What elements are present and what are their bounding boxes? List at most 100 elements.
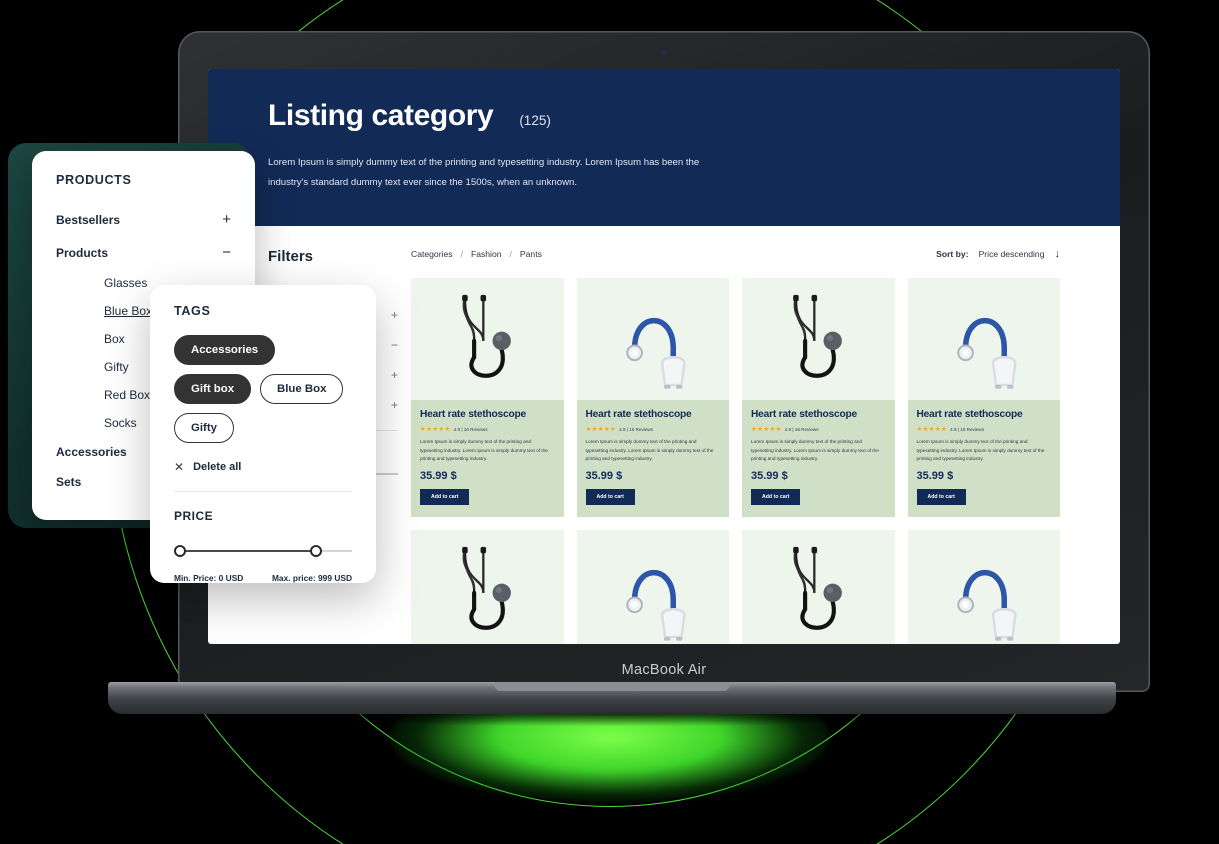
tag-chip[interactable]: Gift box — [174, 374, 252, 404]
product-card[interactable] — [907, 529, 1060, 644]
listing-toolbar: Categories / Fashion / Pants Sort by: Pr… — [411, 248, 1060, 278]
stethoscope-image — [626, 570, 686, 641]
add-to-cart-button[interactable]: Add to cart — [751, 488, 801, 505]
products-panel-row[interactable]: Bestsellers + — [56, 203, 231, 236]
product-price: 35.99 $ — [585, 469, 623, 482]
breadcrumb-item-categories[interactable]: Categories — [411, 249, 453, 259]
stethoscope-image — [462, 295, 512, 379]
rating-text: 4.9 | 16 Reviews — [619, 426, 654, 432]
products-panel-row-label: Sets — [56, 475, 82, 489]
product-card[interactable] — [576, 529, 729, 644]
product-image — [742, 529, 895, 644]
sort-value[interactable]: Price descending — [979, 249, 1045, 259]
star-icon: ★★★★★ — [420, 426, 451, 434]
expand-toggle-icon[interactable]: + — [391, 368, 398, 382]
rating-text: 4.9 | 16 Reviews — [453, 426, 488, 432]
stethoscope-image — [626, 318, 686, 389]
price-slider-fill — [178, 550, 318, 552]
expand-toggle-icon[interactable]: + — [391, 398, 398, 412]
product-card-body: Heart rate stethoscope ★★★★★ 4.9 | 16 Re… — [908, 400, 1061, 517]
breadcrumb-item-pants[interactable]: Pants — [520, 249, 542, 259]
sort-direction-icon[interactable]: ↓ — [1055, 248, 1061, 260]
product-image — [411, 278, 564, 401]
tag-chip[interactable]: Accessories — [174, 335, 276, 365]
product-description: Lorem Ipsum is simply dummy text of the … — [420, 439, 548, 461]
product-card-body: Heart rate stethoscope ★★★★★ 4.9 | 16 Re… — [411, 400, 564, 517]
price-range-labels: Min. Price: 0 USD Max. price: 999 USD — [174, 573, 352, 583]
price-range-slider[interactable] — [174, 545, 352, 557]
close-icon: ✕ — [174, 460, 185, 474]
max-price-label: Max. price: 999 USD — [271, 573, 352, 583]
product-card[interactable]: Heart rate stethoscope ★★★★★ 4.9 | 16 Re… — [411, 278, 564, 517]
add-to-cart-button[interactable]: Add to cart — [585, 488, 635, 505]
rating-text: 4.9 | 16 Reviews — [784, 426, 819, 432]
product-grid: Heart rate stethoscope ★★★★★ 4.9 | 16 Re… — [411, 278, 1060, 517]
stethoscope-image — [793, 295, 843, 379]
min-price-label: Min. Price: 0 USD — [174, 573, 244, 583]
tag-chip-list: Accessories Gift box Blue Box Gifty — [174, 335, 352, 443]
product-grid-row2 — [411, 529, 1060, 644]
stethoscope-image — [957, 318, 1017, 389]
star-icon: ★★★★★ — [585, 426, 617, 434]
expand-toggle-icon[interactable]: − — [391, 338, 398, 352]
product-card[interactable]: Heart rate stethoscope ★★★★★ 4.9 | 16 Re… — [907, 278, 1061, 517]
price-slider-min-knob[interactable] — [174, 545, 186, 557]
laptop-base — [108, 682, 1116, 714]
product-title: Heart rate stethoscope — [751, 409, 858, 421]
hero-description: Lorem Ipsum is simply dummy text of the … — [268, 157, 700, 188]
product-image — [907, 529, 1060, 644]
breadcrumb-separator: / — [460, 249, 463, 260]
product-card[interactable]: Heart rate stethoscope ★★★★★ 4.9 | 16 Re… — [742, 278, 895, 517]
page-title: Listing category — [268, 99, 494, 132]
product-image — [576, 278, 729, 401]
breadcrumb: Categories / Fashion / Pants — [411, 249, 542, 259]
product-image — [907, 278, 1060, 401]
product-image — [742, 278, 895, 401]
breadcrumb-item-fashion[interactable]: Fashion — [471, 249, 502, 259]
product-title: Heart rate stethoscope — [585, 409, 692, 421]
add-to-cart-button[interactable]: Add to cart — [916, 488, 966, 505]
stethoscope-image — [793, 546, 843, 630]
price-slider-max-knob[interactable] — [310, 545, 322, 557]
product-card[interactable]: Heart rate stethoscope ★★★★★ 4.9 | 16 Re… — [576, 278, 730, 517]
delete-all-button[interactable]: ✕ Delete all — [174, 460, 352, 474]
products-panel-title: PRODUCTS — [56, 173, 132, 187]
product-image — [576, 529, 729, 644]
tag-chip[interactable]: Blue Box — [260, 374, 344, 404]
tag-chip[interactable]: Gifty — [174, 413, 234, 443]
tags-panel: TAGS Accessories Gift box Blue Box Gifty ✕ … — [150, 285, 376, 583]
product-card-body: Heart rate stethoscope ★★★★★ 4.9 | 16 Re… — [742, 400, 895, 517]
expand-toggle-icon[interactable]: + — [391, 308, 398, 322]
rating-text: 4.9 | 16 Reviews — [950, 426, 985, 432]
filters-heading: Filters — [268, 248, 314, 266]
products-panel-row-label: Bestsellers — [56, 212, 121, 227]
products-panel-rows: Bestsellers + Products − — [56, 203, 231, 269]
product-card[interactable] — [742, 529, 895, 644]
product-description: Lorem Ipsum is simply dummy text of the … — [585, 439, 714, 461]
product-price: 35.99 $ — [751, 469, 788, 482]
products-panel-row-label: Products — [56, 245, 109, 260]
product-rating: ★★★★★ 4.9 | 16 Reviews — [586, 425, 721, 433]
product-image — [411, 529, 564, 644]
tags-panel-title: TAGS — [174, 304, 211, 318]
expand-toggle-icon[interactable]: − — [222, 244, 231, 261]
product-card-body: Heart rate stethoscope ★★★★★ 4.9 | 16 Re… — [577, 400, 730, 517]
screenshot-stage: Listing category (125) Lorem Ipsum is si… — [0, 0, 1219, 844]
stethoscope-image — [462, 546, 512, 630]
star-icon: ★★★★★ — [916, 426, 948, 434]
sort-label: Sort by: — [936, 249, 969, 260]
tags-panel-divider — [174, 491, 352, 492]
expand-toggle-icon[interactable]: + — [222, 211, 231, 228]
delete-all-label: Delete all — [193, 461, 242, 473]
product-rating: ★★★★★ 4.9 | 16 Reviews — [917, 425, 1052, 433]
add-to-cart-button[interactable]: Add to cart — [420, 488, 470, 505]
sort-control[interactable]: Sort by: Price descending ↓ — [936, 248, 1060, 260]
product-count: (125) — [519, 113, 551, 128]
product-card[interactable] — [411, 529, 564, 644]
product-listing: Categories / Fashion / Pants Sort by: Pr… — [398, 226, 1060, 644]
product-description: Lorem Ipsum is simply dummy text of the … — [751, 439, 879, 461]
products-panel-row-label: Accessories — [56, 445, 127, 459]
products-panel-row[interactable]: Products − — [56, 236, 231, 269]
product-price: 35.99 $ — [916, 469, 954, 482]
device-label: MacBook Air — [621, 662, 707, 678]
